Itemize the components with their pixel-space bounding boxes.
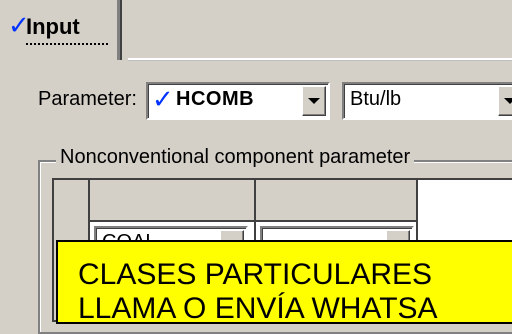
parameter-value: HCOMB (176, 88, 255, 110)
units-value: Btu/lb (350, 88, 402, 110)
grid-column-header (256, 180, 418, 222)
parameter-label: Parameter: (38, 88, 137, 110)
tab-focus-indicator (26, 41, 108, 45)
tab-input-label: Input (26, 14, 80, 39)
units-select[interactable]: Btu/lb (342, 82, 512, 120)
checkmark-icon: ✓ (152, 84, 174, 114)
ad-line-1: CLASES PARTICULARES (78, 258, 433, 291)
tab-input[interactable]: ✓ Input (0, 0, 122, 60)
tab-strip-border (128, 58, 512, 60)
tab-strip: ✓ Input (0, 0, 512, 60)
ad-line-2: LLAMA O ENVÍA WHATSA (78, 292, 438, 325)
parameter-select[interactable]: ✓ HCOMB (146, 82, 330, 120)
advertisement-banner: CLASES PARTICULARES LLAMA O ENVÍA WHATSA (56, 240, 512, 325)
dropdown-arrow-icon[interactable] (498, 86, 512, 116)
grid-column-header (90, 180, 256, 222)
dropdown-arrow-icon[interactable] (302, 86, 326, 116)
group-title: Nonconventional component parameter (56, 146, 415, 169)
